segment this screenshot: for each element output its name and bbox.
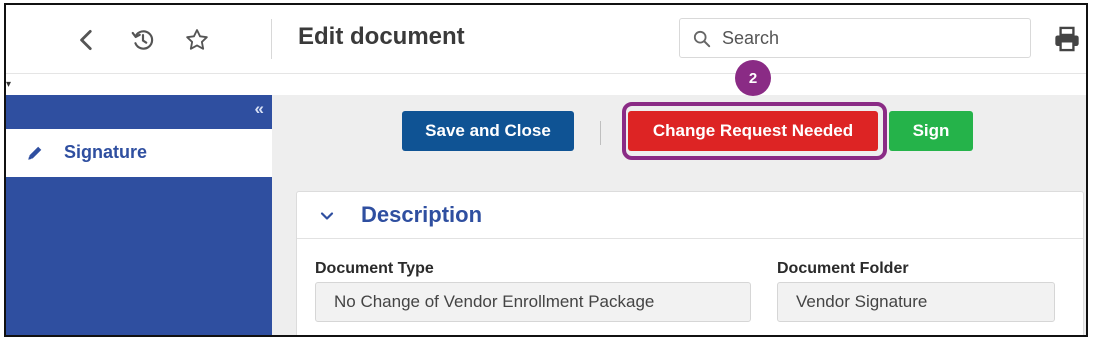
step-number-badge: 2 — [735, 60, 771, 96]
star-icon — [186, 29, 208, 50]
collapse-sidebar-button[interactable]: « — [255, 99, 264, 119]
description-panel: Description Document Type No Change of V… — [296, 191, 1084, 335]
document-type-label: Document Type — [315, 260, 434, 277]
document-type-field[interactable]: No Change of Vendor Enrollment Package — [315, 282, 751, 322]
document-folder-label: Document Folder — [777, 260, 909, 277]
favorite-button[interactable] — [180, 23, 214, 57]
header-divider — [271, 19, 272, 59]
search-box[interactable] — [679, 18, 1031, 58]
toolbar-divider — [600, 121, 601, 145]
sidebar-item-label: Signature — [64, 142, 148, 162]
resize-marker: ▾ — [6, 79, 12, 90]
chevron-left-icon — [80, 29, 92, 51]
main-content: Save and Close Change Request Needed Sig… — [272, 95, 1086, 335]
section-title: Description — [361, 202, 483, 227]
search-input[interactable] — [722, 25, 1012, 51]
history-button[interactable] — [126, 23, 160, 57]
app-window: Edit document ▾ « Signature Save and Clo… — [4, 3, 1088, 337]
history-icon — [131, 30, 154, 50]
print-icon[interactable] — [1053, 25, 1081, 53]
document-folder-field[interactable]: Vendor Signature — [777, 282, 1055, 322]
pencil-icon — [28, 146, 42, 160]
back-button[interactable] — [70, 23, 104, 57]
top-bar: Edit document — [6, 5, 1086, 74]
sidebar-item-signature[interactable]: Signature — [6, 129, 272, 177]
sub-header-strip — [6, 74, 1086, 95]
sidebar: « Signature — [6, 95, 272, 335]
change-request-needed-button[interactable]: Change Request Needed — [628, 111, 878, 151]
save-and-close-button[interactable]: Save and Close — [402, 111, 574, 151]
description-panel-header[interactable]: Description — [297, 192, 1083, 239]
sign-button[interactable]: Sign — [889, 111, 973, 151]
chevron-down-icon[interactable] — [319, 208, 335, 224]
page-title: Edit document — [298, 23, 465, 50]
search-icon — [693, 30, 711, 48]
